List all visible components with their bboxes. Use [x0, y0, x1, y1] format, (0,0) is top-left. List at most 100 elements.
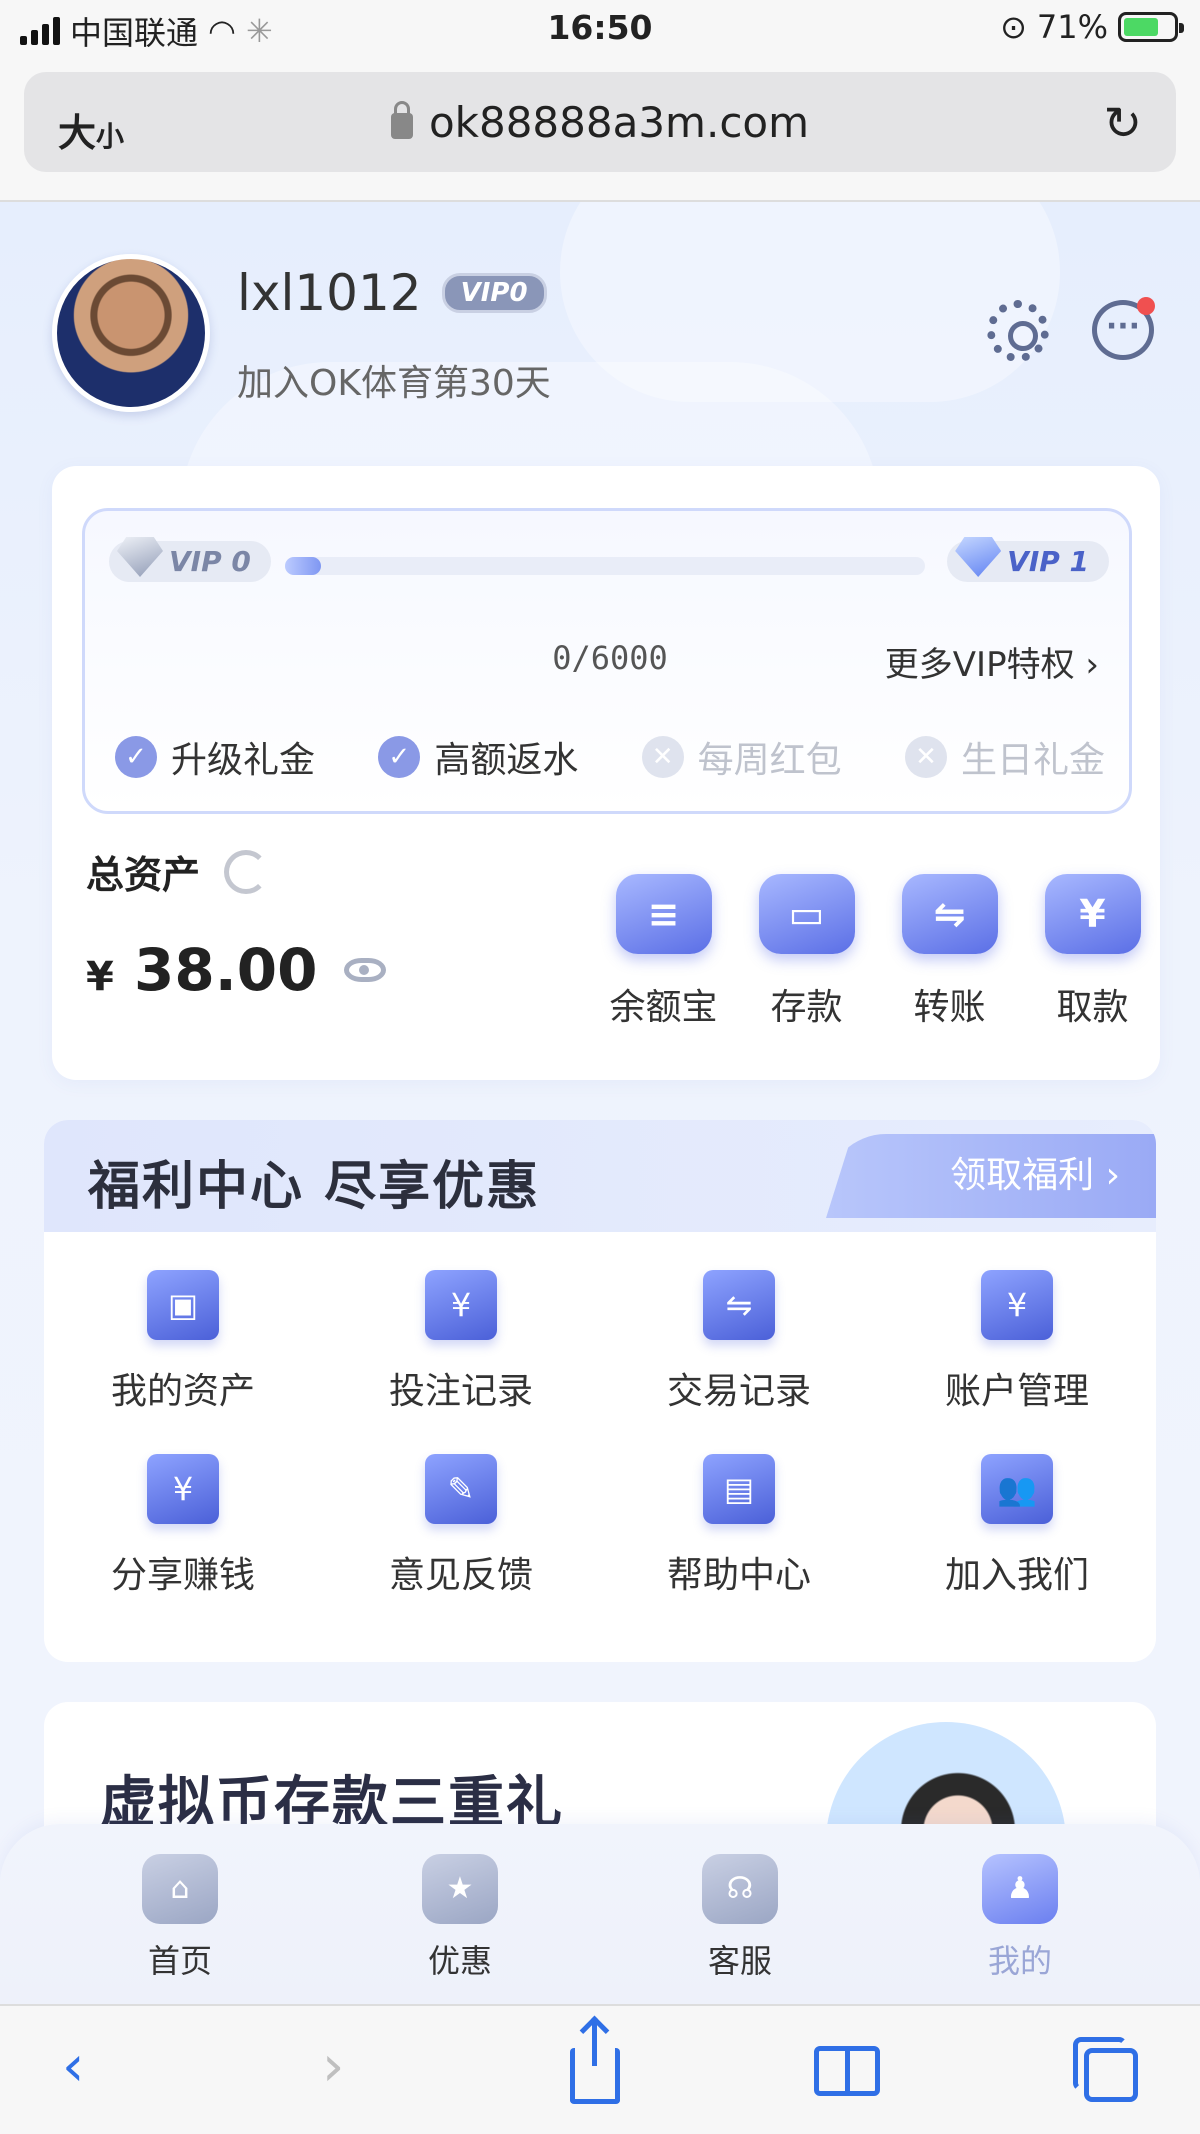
profile-header: lxl1012 VIP0 加入OK体育第30天 ···: [52, 254, 1155, 414]
welfare-item-label: 帮助中心: [666, 1555, 811, 1596]
vip-perk-label: 升级礼金: [171, 740, 316, 781]
url-text: ok88888a3m.com: [428, 98, 810, 147]
welfare-item[interactable]: ▤ 帮助中心: [600, 1454, 878, 1598]
asset-action-button[interactable]: ¥ 取款: [1021, 874, 1164, 1030]
tab-label: 优惠: [427, 1942, 492, 1980]
tab-item[interactable]: ★ 优惠: [320, 1854, 600, 1982]
notification-dot: [1137, 297, 1155, 315]
tab-label: 客服: [707, 1942, 772, 1980]
refresh-icon[interactable]: [224, 849, 269, 894]
message-icon[interactable]: ···: [1092, 297, 1155, 360]
asset-action-label: 存款: [770, 987, 843, 1028]
page-content: lxl1012 VIP0 加入OK体育第30天 ··· VIP 0 VIP 1 …: [0, 202, 1200, 2002]
welfare-item[interactable]: ▣ 我的资产: [44, 1270, 322, 1414]
share-icon[interactable]: [570, 2022, 620, 2104]
tab-label: 我的: [987, 1942, 1052, 1980]
withdraw-yen-icon: ¥: [1044, 874, 1141, 954]
hand-coin-icon: ¥: [147, 1454, 219, 1524]
more-vip-link[interactable]: 更多VIP特权 ›: [885, 637, 1099, 686]
lock-icon: [390, 101, 413, 139]
bottom-tab-bar: ⌂ 首页 ★ 优惠 ☊ 客服 ♟ 我的: [0, 1824, 1200, 2004]
home-icon: ⌂: [142, 1854, 218, 1924]
welfare-item-label: 交易记录: [666, 1371, 811, 1412]
asset-actions: ≡ 余额宝 ▭ 存款 ⇋ 转账 ¥ 取款: [592, 874, 1164, 1030]
cross-icon: ✕: [904, 736, 947, 778]
browser-toolbar: ‹ ›: [0, 2004, 1200, 2134]
asset-action-label: 转账: [913, 987, 986, 1028]
welfare-item[interactable]: ¥ 账户管理: [878, 1270, 1156, 1414]
welfare-item[interactable]: ¥ 投注记录: [322, 1270, 600, 1414]
claim-welfare-button[interactable]: 领取福利 ›: [826, 1134, 1156, 1218]
welfare-center: 福利中心 尽享优惠 领取福利 › ▣ 我的资产 ¥ 投注记录 ⇋ 交易记录 ¥ 账户管理 ¥ 分享…: [44, 1120, 1156, 1662]
folder-yen-icon: ¥: [981, 1270, 1053, 1340]
vip-perk: ✓ 升级礼金: [115, 731, 315, 783]
welfare-grid: ▣ 我的资产 ¥ 投注记录 ⇋ 交易记录 ¥ 账户管理 ¥ 分享赚钱 ✎ 意见反馈 ▤ 帮助中心 👥 加入我们: [44, 1270, 1156, 1598]
browser-top-bar: 大小 ok88888a3m.com ↻: [0, 60, 1200, 202]
tab-item[interactable]: ☊ 客服: [600, 1854, 880, 1982]
bet-record-icon: ¥: [425, 1270, 497, 1340]
chevron-right-icon: ›: [1105, 1155, 1120, 1196]
welfare-item[interactable]: ¥ 分享赚钱: [44, 1454, 322, 1598]
balance-amount: 38.00: [134, 936, 318, 1004]
total-assets-row: 总资产: [86, 844, 269, 899]
join-days-text: 加入OK体育第30天: [237, 363, 551, 404]
battery-fill: [1124, 18, 1159, 36]
cross-icon: ✕: [641, 736, 684, 778]
welfare-item[interactable]: 👥 加入我们: [878, 1454, 1156, 1598]
account-card: VIP 0 VIP 1 0/6000 更多VIP特权 › ✓ 升级礼金 ✓ 高额返水 ✕…: [52, 466, 1160, 1080]
tab-item[interactable]: ⌂ 首页: [40, 1854, 320, 1982]
asset-action-button[interactable]: ≡ 余额宝: [592, 874, 735, 1030]
back-icon[interactable]: ‹: [62, 2034, 84, 2099]
url-display[interactable]: ok88888a3m.com: [24, 98, 1176, 147]
wallet-card-icon: ▭: [758, 874, 855, 954]
tab-item[interactable]: ♟ 我的: [880, 1854, 1160, 1982]
clipboard-transfer-icon: ⇋: [703, 1270, 775, 1340]
asset-action-label: 余额宝: [609, 987, 718, 1028]
bookmarks-icon[interactable]: [814, 2046, 880, 2096]
help-book-icon: ▤: [703, 1454, 775, 1524]
headset-icon: ☊: [702, 1854, 778, 1924]
check-icon: ✓: [378, 736, 421, 778]
wallet-icon: ▣: [147, 1270, 219, 1340]
address-bar[interactable]: 大小 ok88888a3m.com ↻: [24, 72, 1176, 172]
vip-perk-label: 每周红包: [697, 740, 842, 781]
asset-action-button[interactable]: ▭ 存款: [735, 874, 878, 1030]
welfare-title: 福利中心 尽享优惠: [88, 1157, 541, 1217]
battery-percent: 71%: [1036, 8, 1108, 46]
vip-perk: ✓ 高额返水: [378, 731, 578, 783]
status-bar: 中国联通 ◠ ✳ 16:50 ⊙ 71%: [0, 0, 1200, 60]
asset-action-label: 取款: [1056, 987, 1129, 1028]
gear-icon[interactable]: [987, 300, 1049, 362]
eye-icon[interactable]: [343, 958, 386, 982]
tab-label: 首页: [147, 1942, 212, 1980]
vip-next-level: VIP 1: [947, 537, 1109, 582]
welfare-item[interactable]: ⇋ 交易记录: [600, 1270, 878, 1414]
chevron-right-icon: ›: [1085, 645, 1099, 685]
welfare-item-label: 我的资产: [110, 1371, 255, 1412]
welfare-item-label: 分享赚钱: [110, 1555, 255, 1596]
orientation-lock-icon: ⊙: [1000, 8, 1027, 46]
welfare-item-label: 投注记录: [388, 1371, 533, 1412]
transfer-icon: ⇋: [901, 874, 998, 954]
balance-row: ¥ 38.00: [86, 936, 386, 1004]
reload-icon[interactable]: ↻: [1103, 96, 1142, 150]
asset-action-button[interactable]: ⇋ 转账: [878, 874, 1021, 1030]
battery-icon: [1118, 12, 1184, 42]
coin-stack-icon: ≡: [615, 874, 712, 954]
total-assets-label: 总资产: [86, 853, 201, 897]
vip-progress-bar: [285, 557, 925, 575]
diamond-icon: [955, 537, 1002, 577]
status-right: ⊙ 71%: [1000, 8, 1184, 46]
avatar[interactable]: [52, 254, 210, 412]
tabs-icon[interactable]: [1073, 2037, 1138, 2102]
vip-current-level: VIP 0: [109, 537, 271, 582]
welfare-header: 福利中心 尽享优惠 领取福利 ›: [44, 1120, 1156, 1232]
vip-badge: VIP0: [441, 273, 547, 313]
welfare-item[interactable]: ✎ 意见反馈: [322, 1454, 600, 1598]
forward-icon[interactable]: ›: [322, 2034, 344, 2099]
vip-progress-fill: [285, 557, 321, 575]
vip-next-label: VIP 1: [1007, 545, 1089, 578]
tab-list: ⌂ 首页 ★ 优惠 ☊ 客服 ♟ 我的: [0, 1854, 1200, 1982]
welfare-item-label: 加入我们: [944, 1555, 1089, 1596]
feedback-edit-icon: ✎: [425, 1454, 497, 1524]
